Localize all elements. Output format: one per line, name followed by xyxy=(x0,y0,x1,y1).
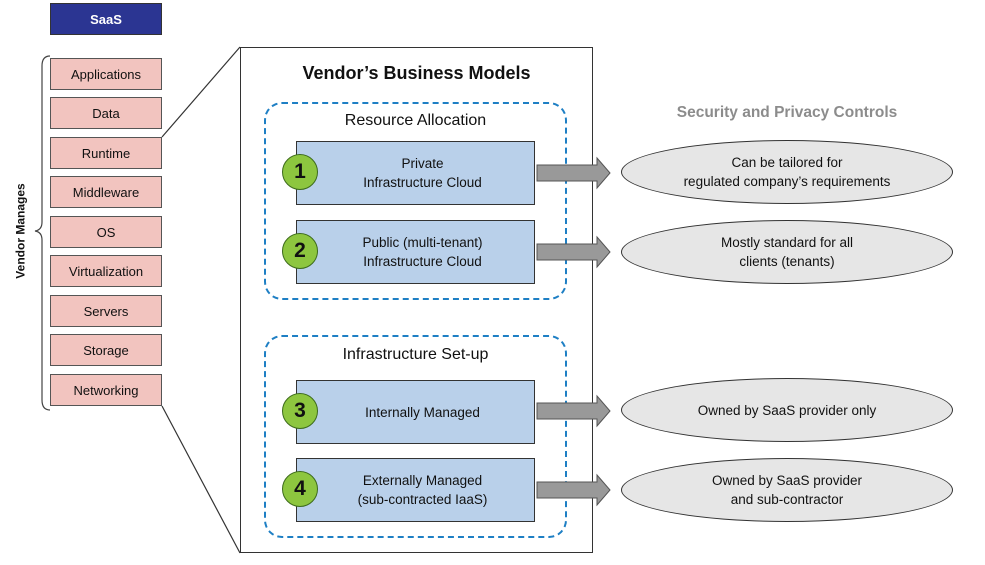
layer-servers: Servers xyxy=(50,295,162,327)
layer-data: Data xyxy=(50,97,162,129)
control-ellipse-1: Can be tailored for regulated company’s … xyxy=(621,140,953,204)
badge-4: 4 xyxy=(282,471,318,507)
model-internally-managed: Internally Managed xyxy=(296,380,535,444)
model-private-cloud: Private Infrastructure Cloud xyxy=(296,141,535,205)
control-ellipse-2: Mostly standard for all clients (tenants… xyxy=(621,220,953,284)
badge-2: 2 xyxy=(282,233,318,269)
layer-applications: Applications xyxy=(50,58,162,90)
model-externally-managed: Externally Managed (sub-contracted IaaS) xyxy=(296,458,535,522)
layer-storage: Storage xyxy=(50,334,162,366)
layer-runtime: Runtime xyxy=(50,137,162,169)
zoom-line-bottom xyxy=(161,405,241,554)
badge-3: 3 xyxy=(282,393,318,429)
vendor-manages-bracket xyxy=(34,55,51,411)
vendor-manages-label: Vendor Manages xyxy=(13,183,28,279)
zoom-line-top xyxy=(161,46,241,138)
layer-networking: Networking xyxy=(50,374,162,406)
badge-1: 1 xyxy=(282,154,318,190)
infrastructure-setup-label: Infrastructure Set-up xyxy=(342,346,489,363)
business-models-title: Vendor’s Business Models xyxy=(302,63,531,83)
saas-header: SaaS xyxy=(50,3,162,35)
control-ellipse-3: Owned by SaaS provider only xyxy=(621,378,953,442)
control-ellipse-4: Owned by SaaS provider and sub-contracto… xyxy=(621,458,953,522)
layer-virtualization: Virtualization xyxy=(50,255,162,287)
resource-allocation-label: Resource Allocation xyxy=(344,112,487,129)
layer-middleware: Middleware xyxy=(50,176,162,208)
controls-title: Security and Privacy Controls xyxy=(676,104,898,121)
model-public-cloud: Public (multi-tenant) Infrastructure Clo… xyxy=(296,220,535,284)
layer-os: OS xyxy=(50,216,162,248)
